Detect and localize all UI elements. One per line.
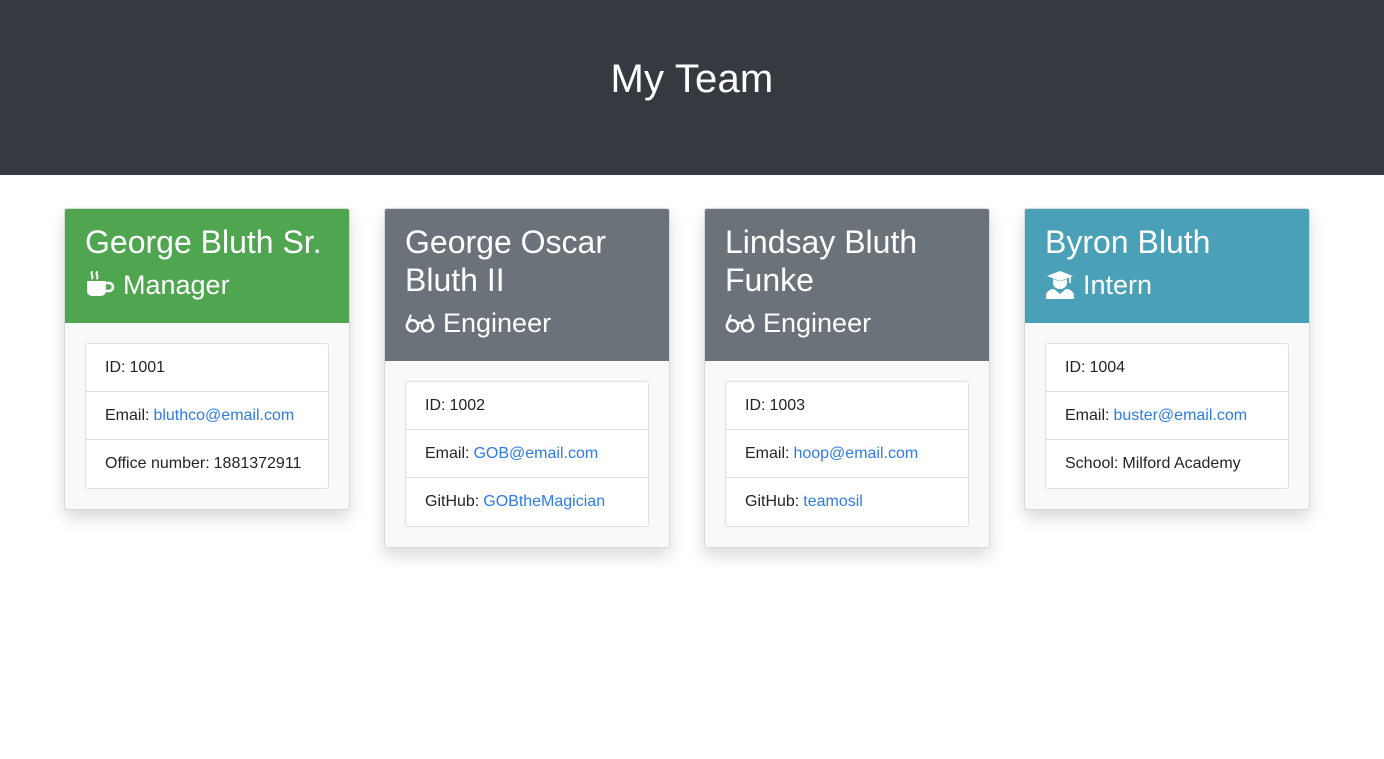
- employee-role: Engineer: [405, 307, 649, 339]
- glasses-icon: [405, 308, 435, 338]
- id-row: ID: 1004: [1046, 344, 1288, 392]
- card-header: George Bluth Sr. Manager: [65, 209, 349, 323]
- card-body: ID: 1001 Email: bluthco@email.com Office…: [65, 323, 349, 509]
- id-value: 1001: [129, 358, 166, 376]
- role-label: Engineer: [443, 308, 552, 338]
- employee-details: ID: 1004 Email: buster@email.com School:…: [1045, 343, 1289, 489]
- email-label: Email:: [105, 406, 150, 424]
- role-label: Intern: [1083, 270, 1153, 300]
- email-row: Email: bluthco@email.com: [86, 392, 328, 440]
- school-row: School: Milford Academy: [1046, 440, 1288, 488]
- id-row: ID: 1001: [86, 344, 328, 392]
- employee-details: ID: 1001 Email: bluthco@email.com Office…: [85, 343, 329, 489]
- github-label: GitHub:: [425, 493, 480, 510]
- employee-role: Engineer: [725, 307, 969, 339]
- card-body: ID: 1004 Email: buster@email.com School:…: [1025, 323, 1309, 509]
- email-row: Email: buster@email.com: [1046, 392, 1288, 440]
- employee-details: ID: 1003 Email: hoop@email.com GitHub: t…: [725, 381, 969, 527]
- mug-hot-icon: [85, 270, 115, 300]
- graduate-icon: [1045, 270, 1075, 300]
- card-header: Lindsay Bluth Funke Engineer: [705, 209, 989, 361]
- email-label: Email:: [1065, 406, 1110, 424]
- card-body: ID: 1003 Email: hoop@email.com GitHub: t…: [705, 361, 989, 547]
- github-label: GitHub:: [745, 493, 800, 510]
- id-label: ID:: [425, 396, 446, 414]
- role-label: Manager: [123, 270, 230, 300]
- card-header: George Oscar Bluth II Engineer: [385, 209, 669, 361]
- employee-card-engineer: Lindsay Bluth Funke Engineer ID: 1003 Em…: [704, 208, 990, 548]
- card-header: Byron Bluth Intern: [1025, 209, 1309, 323]
- employee-name: Lindsay Bluth Funke: [725, 224, 918, 298]
- email-link[interactable]: GOB@email.com: [473, 445, 598, 463]
- card-body: ID: 1002 Email: GOB@email.com GitHub: GO…: [385, 361, 669, 547]
- id-value: 1003: [769, 396, 806, 414]
- id-label: ID:: [1065, 358, 1086, 376]
- glasses-icon: [725, 308, 755, 338]
- employee-details: ID: 1002 Email: GOB@email.com GitHub: GO…: [405, 381, 649, 527]
- id-value: 1004: [1089, 358, 1126, 376]
- email-label: Email:: [425, 444, 470, 462]
- id-label: ID:: [745, 396, 766, 414]
- email-row: Email: hoop@email.com: [726, 430, 968, 478]
- employee-name: George Bluth Sr.: [85, 224, 322, 260]
- github-link[interactable]: GOBtheMagician: [483, 493, 605, 511]
- employee-card-intern: Byron Bluth Intern ID: 1004 Email: buste…: [1024, 208, 1310, 510]
- page-header: My Team: [0, 0, 1384, 175]
- github-row: GitHub: teamosil: [726, 478, 968, 526]
- email-link[interactable]: hoop@email.com: [793, 445, 918, 463]
- employee-role: Manager: [85, 269, 329, 301]
- id-row: ID: 1002: [406, 382, 648, 430]
- employee-card-manager: George Bluth Sr. Manager ID: 1001 Email:…: [64, 208, 350, 510]
- employee-name: George Oscar Bluth II: [405, 224, 606, 298]
- office-number-value: 1881372911: [213, 455, 302, 472]
- employee-name: Byron Bluth: [1045, 224, 1211, 260]
- office-number-label: Office number:: [105, 455, 210, 472]
- page-title: My Team: [610, 57, 774, 101]
- email-row: Email: GOB@email.com: [406, 430, 648, 478]
- role-label: Engineer: [763, 308, 872, 338]
- employee-card-engineer: George Oscar Bluth II Engineer ID: 1002 …: [384, 208, 670, 548]
- id-row: ID: 1003: [726, 382, 968, 430]
- id-label: ID:: [105, 358, 126, 376]
- github-row: GitHub: GOBtheMagician: [406, 478, 648, 526]
- email-label: Email:: [745, 444, 790, 462]
- email-link[interactable]: buster@email.com: [1113, 407, 1247, 425]
- email-link[interactable]: bluthco@email.com: [153, 407, 294, 425]
- school-label: School:: [1065, 455, 1119, 472]
- office-number-row: Office number: 1881372911: [86, 440, 328, 488]
- school-value: Milford Academy: [1122, 455, 1241, 472]
- github-link[interactable]: teamosil: [803, 493, 863, 511]
- id-value: 1002: [449, 396, 486, 414]
- employee-role: Intern: [1045, 269, 1289, 301]
